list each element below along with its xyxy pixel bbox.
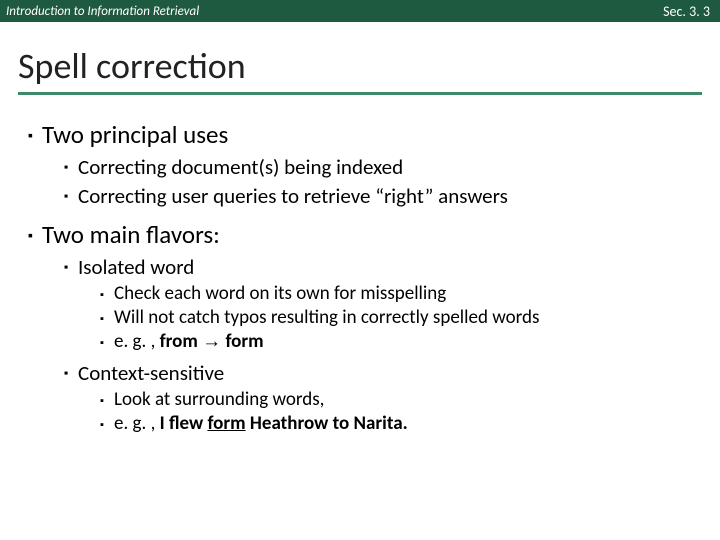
bullet-icon: ▪	[64, 154, 78, 176]
bullet-icon: ▪	[64, 254, 78, 276]
eg-prefix: e. g. ,	[114, 412, 160, 435]
form-word: form	[225, 330, 263, 353]
item-text: Look at surrounding words,	[114, 388, 324, 412]
arrow-icon: →	[202, 331, 221, 352]
header-bar: Introduction to Information Retrieval Se…	[0, 0, 720, 22]
section-label: Sec. 3. 3	[663, 3, 710, 20]
item-text: Correcting user queries to retrieve “rig…	[78, 183, 508, 209]
item-text: e. g. , I flew form Heathrow to Narita.	[114, 412, 408, 436]
bullet-icon: ▪	[100, 388, 114, 408]
item-text: Two principal uses	[42, 119, 228, 150]
item-text: Isolated word	[78, 254, 194, 280]
list-item: ▪ Check each word on its own for misspel…	[100, 282, 700, 306]
item-text: Check each word on its own for misspelli…	[114, 282, 446, 306]
eg-prefix: e. g. ,	[114, 330, 160, 353]
example-underline: form	[207, 412, 245, 435]
list-item: ▪ Correcting document(s) being indexed	[64, 154, 700, 180]
example-part: I flew	[160, 412, 208, 435]
list-item: ▪ e. g. , from → form	[100, 330, 700, 354]
item-text: e. g. , from → form	[114, 330, 264, 354]
bullet-icon: ▪	[28, 219, 42, 245]
bullet-icon: ▪	[64, 360, 78, 382]
bullet-icon: ▪	[100, 282, 114, 302]
content-body: ▪ Two principal uses ▪ Correcting docume…	[0, 105, 720, 435]
title-underline	[18, 92, 702, 95]
list-item: ▪ e. g. , I flew form Heathrow to Narita…	[100, 412, 700, 436]
bullet-icon: ▪	[64, 183, 78, 205]
list-item: ▪ Correcting user queries to retrieve “r…	[64, 183, 700, 209]
example-part: Heathrow to Narita.	[246, 412, 408, 435]
bullet-icon: ▪	[28, 119, 42, 145]
page-title: Spell correction	[18, 44, 702, 90]
bullet-icon: ▪	[100, 412, 114, 432]
list-item: ▪ Two principal uses	[28, 119, 700, 150]
from-word: from	[160, 330, 198, 353]
item-text: Will not catch typos resulting in correc…	[114, 306, 539, 330]
list-item: ▪ Will not catch typos resulting in corr…	[100, 306, 700, 330]
course-title: Introduction to Information Retrieval	[6, 4, 199, 19]
list-item: ▪ Look at surrounding words,	[100, 388, 700, 412]
bullet-icon: ▪	[100, 306, 114, 326]
item-text: Two main flavors:	[42, 219, 220, 250]
item-text: Context-sensitive	[78, 360, 224, 386]
bullet-icon: ▪	[100, 330, 114, 350]
title-area: Spell correction	[0, 22, 720, 105]
list-item: ▪ Isolated word	[64, 254, 700, 280]
item-text: Correcting document(s) being indexed	[78, 154, 403, 180]
list-item: ▪ Two main flavors:	[28, 219, 700, 250]
list-item: ▪ Context-sensitive	[64, 360, 700, 386]
